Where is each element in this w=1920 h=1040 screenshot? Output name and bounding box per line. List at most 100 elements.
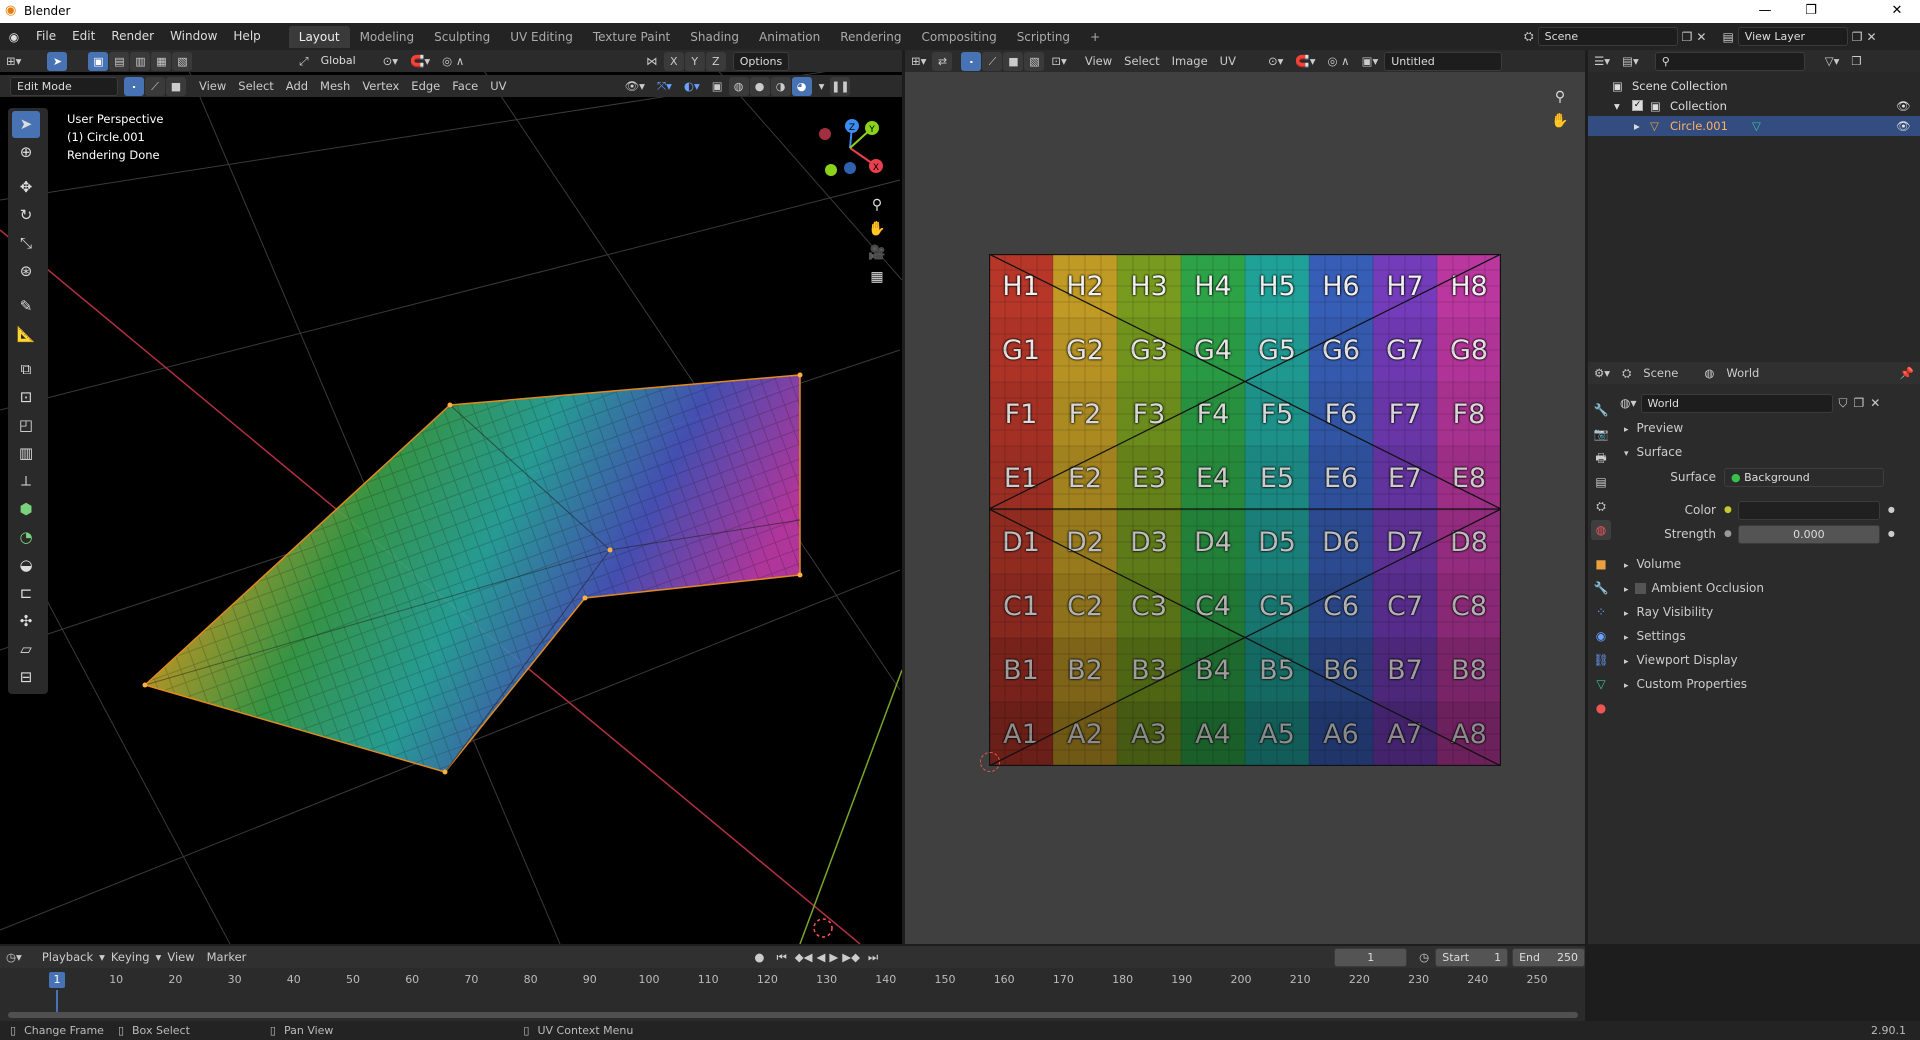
menu-uv[interactable]: UV (484, 75, 512, 97)
mirror-y-toggle[interactable]: Y (684, 51, 705, 71)
filter-icon[interactable]: ▽▾ (1819, 50, 1846, 72)
select-box-icon[interactable]: ▣ (88, 51, 109, 71)
strength-keyframe-icon[interactable]: ● (1888, 522, 1895, 546)
duplicate-world-icon[interactable]: ❐ (1854, 396, 1865, 410)
sync-selection-icon[interactable]: ⇄ (932, 51, 953, 71)
uv-pan-hand-icon[interactable]: ✋ (1548, 109, 1572, 133)
record-icon[interactable]: ● (748, 946, 770, 968)
surface-shader-field[interactable]: ● Background (1724, 467, 1884, 487)
render-tab-icon[interactable]: 📷 (1591, 424, 1611, 444)
rendered-shading-icon[interactable]: ◕ (791, 76, 812, 96)
view-layer-icon[interactable]: ▤ (1722, 30, 1733, 44)
panel-preview[interactable]: ▸ Preview (1616, 416, 1916, 440)
uv-menu-view[interactable]: View (1079, 50, 1118, 72)
timeline-scrollbar[interactable] (8, 1012, 1578, 1018)
preview-range-icon[interactable]: ◷ (1413, 946, 1435, 968)
tab-animation[interactable]: Animation (749, 26, 830, 48)
pause-render-icon[interactable]: ❚❚ (830, 76, 851, 96)
view-layer-field[interactable]: View Layer (1737, 27, 1848, 46)
delete-scene-icon[interactable]: ✕ (1696, 30, 1706, 44)
ao-checkbox[interactable] (1634, 583, 1646, 594)
mirror-icon[interactable]: ⋈ (640, 50, 664, 72)
menu-select[interactable]: Select (232, 75, 279, 97)
sticky-select-icon[interactable]: ⊡▾ (1045, 50, 1072, 72)
bevel-tool-icon[interactable]: ◰ (12, 412, 40, 439)
annotate-tool-icon[interactable]: ✎ (12, 293, 40, 320)
solid-shading-icon[interactable]: ● (749, 76, 770, 96)
visibility-icon[interactable]: 👁▾ (619, 75, 651, 97)
uv-proportional-icon[interactable]: ◎ ∧ (1321, 50, 1355, 72)
extrude-tool-icon[interactable]: ⧉ (12, 356, 40, 383)
uv-texture-image[interactable]: H1H2H3H4H5H6H7H8G1G2G3G4G5G6G7G8F1F2F3F4… (989, 254, 1501, 766)
spin-tool-icon[interactable]: ◔ (12, 524, 40, 551)
tab-uv-editing[interactable]: UV Editing (500, 26, 583, 48)
select-tool-icon[interactable]: ➤ (47, 51, 68, 71)
tab-compositing[interactable]: Compositing (911, 26, 1006, 48)
loop-cut-tool-icon[interactable]: ▥ (12, 440, 40, 467)
transform-tool-icon[interactable]: ⊛ (12, 258, 40, 285)
rip-tool-icon[interactable]: ⊟ (12, 664, 40, 691)
rotate-tool-icon[interactable]: ↻ (12, 202, 40, 229)
measure-tool-icon[interactable]: 📐 (12, 321, 40, 348)
shrink-tool-icon[interactable]: ✣ (12, 608, 40, 635)
scene-props-tab-icon[interactable]: ⛭ (1591, 496, 1611, 516)
menu-marker[interactable]: Marker (201, 946, 253, 968)
select-invert-icon[interactable]: ▦ (151, 51, 172, 71)
menu-edit[interactable]: Edit (64, 23, 103, 50)
uv-mesh-object[interactable] (142, 372, 803, 775)
uv-zoom-icon[interactable]: ⚲ (1548, 85, 1572, 109)
menu-mesh[interactable]: Mesh (314, 75, 356, 97)
move-tool-icon[interactable]: ✥ (12, 174, 40, 201)
snap-icon[interactable]: 🧲▾ (404, 50, 436, 72)
outliner-editor-type-icon[interactable]: ☰▾ (1588, 50, 1616, 72)
panel-ambient-occlusion[interactable]: ▸ Ambient Occlusion (1616, 576, 1916, 600)
restore-button[interactable]: ❐ (1788, 0, 1834, 23)
knife-tool-icon[interactable]: ⟂ (12, 468, 40, 495)
world-props-tab-icon[interactable]: ◍ (1591, 520, 1611, 540)
timeline-editor-type-icon[interactable]: ◷▾ (0, 946, 28, 968)
collection-checkbox[interactable]: ✓ (1632, 100, 1643, 111)
edge-slide-tool-icon[interactable]: ⊏ (12, 580, 40, 607)
object-tab-icon[interactable]: ■ (1591, 554, 1611, 574)
collection-row[interactable]: ▾ ✓ ▣ Collection 👁 (1588, 96, 1920, 116)
wireframe-shading-icon[interactable]: ◍ (728, 76, 749, 96)
menu-add[interactable]: Add (280, 75, 314, 97)
image-browse-icon[interactable]: ▣▾ (1356, 50, 1385, 72)
data-tab-icon[interactable]: ▽ (1591, 674, 1611, 694)
current-frame-field[interactable]: 1 (1334, 947, 1408, 967)
uv-editor-type-icon[interactable]: ⊞▾ (905, 50, 932, 72)
expand-arrow-icon[interactable]: ▾ (1614, 96, 1620, 116)
world-browse-icon[interactable]: ◍▾ (1620, 396, 1637, 410)
jump-start-icon[interactable]: ⏮ (770, 946, 792, 968)
color-swatch[interactable] (1737, 500, 1880, 520)
panel-custom-properties[interactable]: ▸ Custom Properties (1616, 672, 1916, 696)
tab-texture-paint[interactable]: Texture Paint (583, 26, 680, 48)
proportional-icon[interactable]: ◎ ∧ (436, 50, 470, 72)
fake-user-icon[interactable]: ⛉ (1839, 396, 1848, 411)
new-scene-icon[interactable]: ❐ (1682, 30, 1693, 44)
panel-ray-visibility[interactable]: ▸ Ray Visibility (1616, 600, 1916, 624)
transform-orientation-icon[interactable]: ⤢ (293, 50, 314, 72)
end-frame-field[interactable]: End 250 (1512, 947, 1585, 967)
mode-dropdown[interactable]: Edit Mode (10, 76, 118, 96)
select-intersect-icon[interactable]: ▧ (172, 51, 193, 71)
menu-face[interactable]: Face (446, 75, 484, 97)
collection-visibility-icon[interactable]: 👁 (1896, 96, 1911, 116)
3d-cursor-icon[interactable] (813, 918, 833, 938)
object-visibility-icon[interactable]: 👁 (1896, 116, 1911, 136)
uv-edge-select-icon[interactable]: ⟋ (982, 51, 1003, 71)
panel-surface[interactable]: ▾ Surface (1616, 440, 1916, 464)
navigation-gizmo[interactable]: Z X Y (812, 118, 888, 178)
options-dropdown[interactable]: Options (732, 51, 789, 71)
constraints-tab-icon[interactable]: ⛓ (1591, 650, 1611, 670)
menu-view[interactable]: View (193, 75, 232, 97)
physics-tab-icon[interactable]: ◉ (1591, 626, 1611, 646)
timeline-ruler[interactable]: 1 10 20 30 40 50 60 70 80 90 100 110 120 130 140 150 16… (0, 970, 1585, 990)
xray-icon[interactable]: ▣ (706, 75, 729, 97)
particles-tab-icon[interactable]: ⁘ (1591, 602, 1611, 622)
menu-help[interactable]: Help (225, 23, 268, 50)
material-tab-icon[interactable]: ● (1591, 698, 1611, 718)
uv-pivot-icon[interactable]: ⊙▾ (1262, 50, 1289, 72)
poly-build-tool-icon[interactable]: ⬢ (12, 496, 40, 523)
jump-end-icon[interactable]: ⏭ (862, 946, 884, 968)
